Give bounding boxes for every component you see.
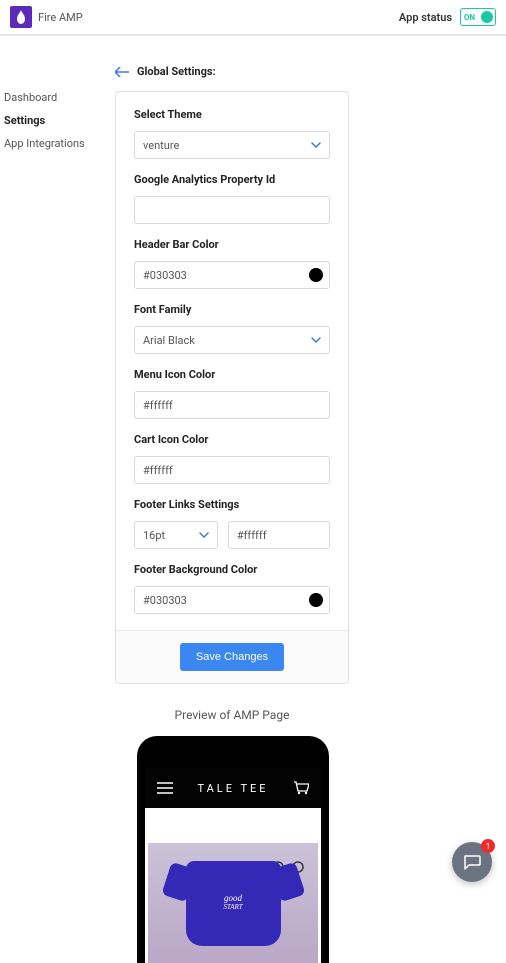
phone-preview: TALE TEE good START (137, 736, 329, 963)
field-theme: Select Theme venture (134, 108, 330, 159)
label-cart-icon-color: Cart Icon Color (134, 433, 330, 446)
input-ga-property[interactable] (134, 196, 330, 224)
card-footer: Save Changes (116, 630, 348, 683)
preview-label: Preview of AMP Page (115, 708, 349, 722)
chat-button[interactable]: 1 (452, 842, 492, 882)
field-footer-links: Footer Links Settings 16pt #ffffff (134, 498, 330, 549)
sidebar-item-settings[interactable]: Settings (4, 114, 105, 127)
menu-icon (157, 782, 173, 794)
select-font-family[interactable]: Arial Black (134, 326, 330, 354)
input-footer-bg[interactable]: #030303 (134, 586, 330, 614)
field-cart-icon-color: Cart Icon Color #ffffff (134, 433, 330, 484)
input-cart-icon-color[interactable]: #ffffff (134, 456, 330, 484)
app-name: Fire AMP (38, 11, 83, 24)
status-label: App status (399, 11, 452, 24)
app-status: App status ON (399, 8, 496, 26)
field-font-family: Font Family Arial Black (134, 303, 330, 354)
page-title-row: Global Settings: (115, 65, 216, 78)
flame-icon (15, 10, 27, 24)
brand: Fire AMP (10, 6, 83, 28)
field-menu-icon-color: Menu Icon Color #ffffff (134, 368, 330, 419)
sidebar-item-dashboard[interactable]: Dashboard (4, 91, 105, 104)
color-swatch (309, 593, 323, 607)
label-header-color: Header Bar Color (134, 238, 330, 251)
label-font: Font Family (134, 303, 330, 316)
status-toggle[interactable]: ON (460, 8, 496, 26)
chevron-down-icon (311, 142, 321, 148)
field-ga-property: Google Analytics Property Id (134, 173, 330, 224)
select-theme[interactable]: venture (134, 131, 330, 159)
product-image: good START (148, 843, 318, 963)
label-menu-icon-color: Menu Icon Color (134, 368, 330, 381)
preview-header: TALE TEE (145, 768, 321, 808)
field-header-color: Header Bar Color #030303 (134, 238, 330, 289)
label-footer-links: Footer Links Settings (134, 498, 330, 511)
top-bar: Fire AMP App status ON (0, 0, 506, 36)
sidebar-item-integrations[interactable]: App Integrations (4, 137, 105, 150)
app-logo (10, 6, 32, 28)
shirt-graphic: good START (186, 861, 281, 946)
label-ga: Google Analytics Property Id (134, 173, 330, 186)
chat-badge: 1 (481, 839, 495, 853)
chat-icon (463, 854, 481, 870)
main-content: Select Theme venture Google Analytics Pr… (105, 91, 506, 963)
toggle-label: ON (464, 13, 475, 22)
chevron-down-icon (199, 532, 209, 538)
chevron-down-icon (311, 337, 321, 343)
save-button[interactable]: Save Changes (180, 643, 284, 671)
settings-card: Select Theme venture Google Analytics Pr… (115, 91, 349, 684)
field-footer-bg: Footer Background Color #030303 (134, 563, 330, 614)
label-footer-bg: Footer Background Color (134, 563, 330, 576)
preview-site-title: TALE TEE (197, 782, 268, 795)
preview-content: good START (145, 808, 321, 963)
color-swatch (309, 268, 323, 282)
back-arrow-icon[interactable] (115, 67, 129, 77)
label-theme: Select Theme (134, 108, 330, 121)
input-menu-icon-color[interactable]: #ffffff (134, 391, 330, 419)
input-footer-color[interactable]: #ffffff (228, 521, 330, 549)
toggle-indicator (481, 11, 493, 23)
input-header-color[interactable]: #030303 (134, 261, 330, 289)
sidebar: Dashboard Settings App Integrations (0, 91, 105, 963)
page-title: Global Settings: (137, 65, 216, 78)
select-footer-size[interactable]: 16pt (134, 521, 218, 549)
cart-icon (293, 781, 309, 795)
